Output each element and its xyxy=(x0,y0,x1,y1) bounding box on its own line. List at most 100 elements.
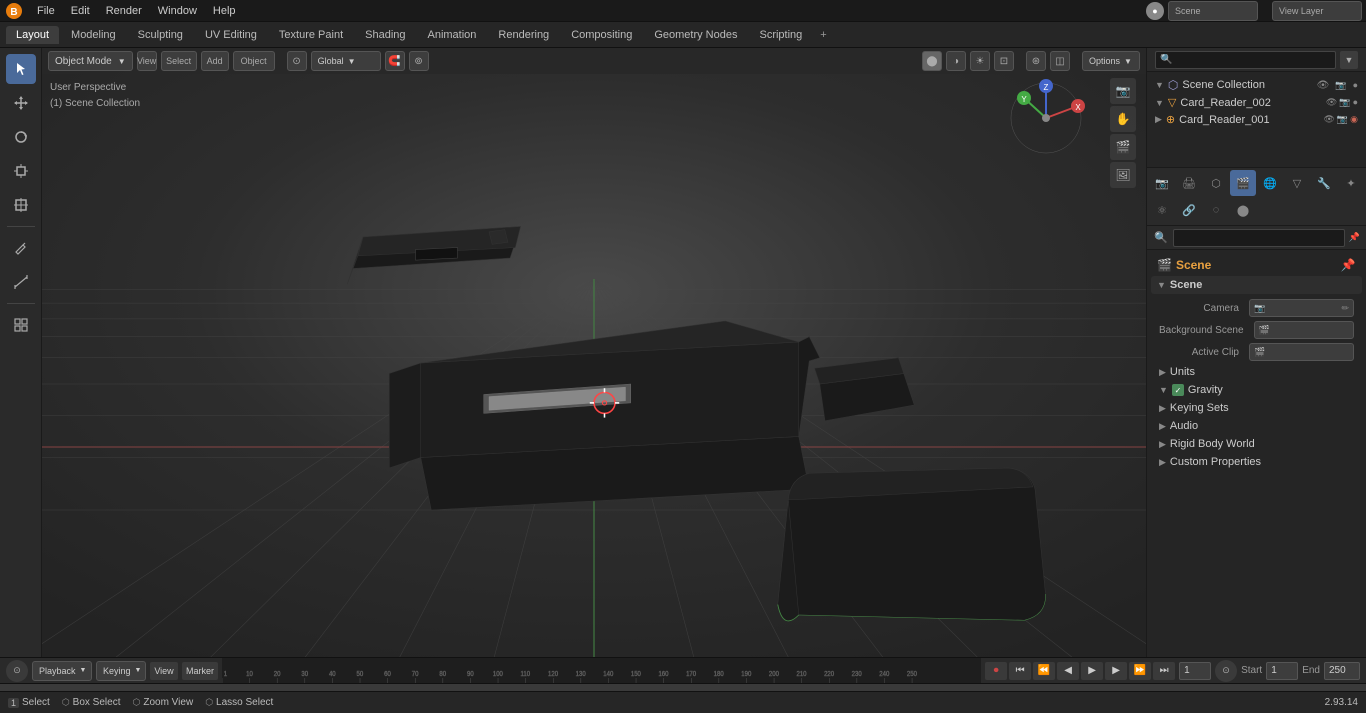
timeline-ruler[interactable]: 1 10 20 30 40 50 60 70 80 90 100 110 120… xyxy=(222,658,981,684)
start-frame-field[interactable]: 1 xyxy=(1266,662,1298,680)
object-mode-dropdown[interactable]: Object Mode ▼ xyxy=(48,51,133,71)
gravity-checkbox[interactable]: ✓ xyxy=(1172,384,1184,396)
tab-modeling[interactable]: Modeling xyxy=(61,26,126,44)
tool-scale[interactable] xyxy=(6,156,36,186)
props-pin-icon[interactable]: 📌 xyxy=(1349,232,1360,243)
add-menu[interactable]: Add xyxy=(201,51,229,71)
menu-help[interactable]: Help xyxy=(206,3,243,19)
view-layer-selector[interactable]: View Layer xyxy=(1272,1,1362,21)
proportional-edit[interactable]: ⊚ xyxy=(409,51,429,71)
prop-constraints-icon[interactable]: 🔗 xyxy=(1176,197,1202,223)
card-reader-002-item[interactable]: ▼ ▽ Card_Reader_002 👁 📷 ● xyxy=(1147,94,1366,111)
scene-3d[interactable]: User Perspective (1) Scene Collection X … xyxy=(42,48,1146,657)
card-reader-001-item[interactable]: ▶ ⊕ Card_Reader_001 👁 📷 ◉ xyxy=(1147,111,1366,128)
cr002-render-icon[interactable]: ● xyxy=(1353,97,1358,108)
solid-shading[interactable]: ⬤ xyxy=(922,51,942,71)
tab-geometry-nodes[interactable]: Geometry Nodes xyxy=(644,26,747,44)
props-search-input[interactable] xyxy=(1173,229,1345,247)
rendered-preview[interactable]: ☀ xyxy=(970,51,990,71)
tool-transform[interactable] xyxy=(6,190,36,220)
custom-properties-section[interactable]: ▶ Custom Properties xyxy=(1151,453,1362,471)
xray-toggle[interactable]: ◫ xyxy=(1050,51,1070,71)
render-icon[interactable]: 🎬 xyxy=(1110,134,1136,160)
3d-viewport[interactable]: Object Mode ▼ View Select Add Object ⊙ G… xyxy=(42,48,1146,657)
playback-dropdown[interactable]: Playback ▼ xyxy=(32,661,92,681)
tab-uv-editing[interactable]: UV Editing xyxy=(195,26,267,44)
tool-add[interactable] xyxy=(6,310,36,340)
prop-object-icon[interactable]: ▽ xyxy=(1284,170,1310,196)
status-select[interactable]: 1 Select xyxy=(8,697,50,708)
menu-edit[interactable]: Edit xyxy=(64,3,97,19)
keying-dropdown[interactable]: Keying ▼ xyxy=(96,661,146,681)
gravity-section[interactable]: ▼ ✓ Gravity xyxy=(1151,381,1362,399)
prev-frame-btn[interactable]: ⏪ xyxy=(1033,662,1055,680)
tab-rendering[interactable]: Rendering xyxy=(488,26,559,44)
tab-compositing[interactable]: Compositing xyxy=(561,26,642,44)
current-frame-field[interactable]: 1 xyxy=(1179,662,1211,680)
transform-orientation[interactable]: Global ▼ xyxy=(311,51,381,71)
marker-btn[interactable]: Marker xyxy=(182,662,218,680)
next-keyframe-btn[interactable]: ▶ xyxy=(1105,662,1127,680)
prev-keyframe-btn[interactable]: ◀ xyxy=(1057,662,1079,680)
rigid-body-world-section[interactable]: ▶ Rigid Body World xyxy=(1151,435,1362,453)
scene-section-header[interactable]: ▼ Scene xyxy=(1151,276,1362,294)
end-frame-field[interactable]: 250 xyxy=(1324,662,1360,680)
tool-annotate[interactable] xyxy=(6,233,36,263)
menu-window[interactable]: Window xyxy=(151,3,204,19)
view-menu[interactable]: View xyxy=(137,51,157,71)
tab-sculpting[interactable]: Sculpting xyxy=(128,26,193,44)
collection-render-icon[interactable]: ● xyxy=(1353,80,1358,90)
cr002-camera-icon[interactable]: 📷 xyxy=(1339,97,1350,108)
object-menu[interactable]: Object xyxy=(233,51,275,71)
timeline-scrollbar[interactable] xyxy=(0,683,1366,691)
jump-end-btn[interactable]: ⏭ xyxy=(1153,662,1175,680)
nav-gizmo[interactable]: X Y Z xyxy=(1006,78,1086,158)
menu-file[interactable]: File xyxy=(30,3,62,19)
props-pin-btn[interactable]: 📌 xyxy=(1340,257,1356,273)
bg-scene-field[interactable]: 🎬 xyxy=(1254,321,1354,339)
tab-add-button[interactable]: + xyxy=(814,27,832,43)
tool-cursor[interactable] xyxy=(6,54,36,84)
record-btn[interactable]: ⏺ xyxy=(985,662,1007,680)
camera-field[interactable]: 📷 ✏ xyxy=(1249,299,1354,317)
prop-world-icon[interactable]: 🌐 xyxy=(1257,170,1283,196)
prop-render-icon[interactable]: 📷 xyxy=(1149,170,1175,196)
options-btn[interactable]: Options ▼ xyxy=(1082,51,1140,71)
scene-collection-item[interactable]: ▼ ⬡ Scene Collection 👁 📷 ● xyxy=(1147,76,1366,94)
image-editor-icon[interactable]: 🖼 xyxy=(1110,162,1136,188)
prop-modifier-icon[interactable]: 🔧 xyxy=(1311,170,1337,196)
status-box-select[interactable]: ⬡ Box Select xyxy=(62,697,121,708)
cr001-camera-icon[interactable]: 📷 xyxy=(1337,114,1348,125)
collection-eye-icon[interactable]: 👁 xyxy=(1317,80,1330,91)
tab-animation[interactable]: Animation xyxy=(418,26,487,44)
camera-view-icon[interactable]: 📷 xyxy=(1110,78,1136,104)
outliner-search[interactable] xyxy=(1155,51,1336,69)
tool-rotate[interactable] xyxy=(6,122,36,152)
status-lasso[interactable]: ⬡ Lasso Select xyxy=(205,697,273,708)
pivot-point-btn[interactable]: ⊙ xyxy=(287,51,307,71)
tab-texture-paint[interactable]: Texture Paint xyxy=(269,26,353,44)
overlay-toggle[interactable]: ⊛ xyxy=(1026,51,1046,71)
view-btn[interactable]: View xyxy=(150,662,178,680)
scroll-handle[interactable] xyxy=(0,684,1366,691)
keying-sets-section[interactable]: ▶ Keying Sets xyxy=(1151,399,1362,417)
frame-icon[interactable]: ⊙ xyxy=(6,660,28,682)
tab-shading[interactable]: Shading xyxy=(355,26,415,44)
menu-render[interactable]: Render xyxy=(99,3,149,19)
prop-physics-icon[interactable]: ⚛ xyxy=(1149,197,1175,223)
prop-particles-icon[interactable]: ✦ xyxy=(1338,170,1364,196)
prop-view-layer-icon[interactable]: ⬡ xyxy=(1203,170,1229,196)
collection-camera-icon[interactable]: 📷 xyxy=(1335,80,1346,91)
status-zoom[interactable]: ⬡ Zoom View xyxy=(132,697,193,708)
outliner-filter[interactable]: ▼ xyxy=(1340,51,1358,69)
active-clip-field[interactable]: 🎬 xyxy=(1249,343,1354,361)
prop-output-icon[interactable]: 🖨 xyxy=(1176,170,1202,196)
fps-icon[interactable]: ⊙ xyxy=(1215,660,1237,682)
cr001-eye-icon[interactable]: 👁 xyxy=(1323,114,1334,125)
select-menu[interactable]: Select xyxy=(161,51,197,71)
prop-material-icon[interactable]: ⬤ xyxy=(1230,197,1256,223)
audio-section[interactable]: ▶ Audio xyxy=(1151,417,1362,435)
next-frame-btn[interactable]: ⏩ xyxy=(1129,662,1151,680)
prop-scene-icon[interactable]: 🎬 xyxy=(1230,170,1256,196)
prop-data-icon[interactable]: ◌ xyxy=(1203,197,1229,223)
